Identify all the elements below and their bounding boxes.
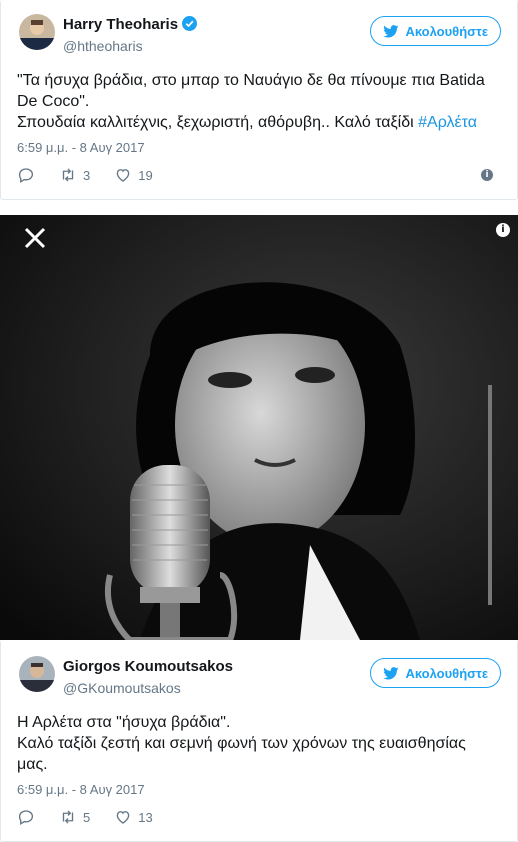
like-heart-icon	[116, 811, 130, 824]
retweet-icon	[62, 810, 74, 824]
photo-info-icon[interactable]: i	[496, 223, 510, 237]
follow-button[interactable]: Ακολουθήστε	[370, 16, 501, 46]
author-handle[interactable]: @htheoharis	[63, 38, 143, 54]
follow-label: Ακολουθήστε	[405, 665, 488, 681]
tweet-text-line2: Σπουδαία καλλιτέχνις, ξεχωριστή, αθόρυβη…	[17, 114, 419, 131]
tweet-photo[interactable]: i	[0, 215, 518, 640]
twitter-bird-icon	[383, 24, 399, 37]
author-name[interactable]: Harry Theoharis	[63, 16, 198, 33]
reply-icon	[18, 168, 34, 183]
timestamp[interactable]: 6:59 μ.μ. - 8 Αυγ 2017	[17, 782, 145, 797]
follow-label: Ακολουθήστε	[405, 23, 488, 39]
reply-button[interactable]	[17, 166, 35, 184]
tweet-text-line1: Η Αρλέτα στα "ήσυχα βράδια".	[17, 714, 231, 731]
author-handle[interactable]: @GKoumoutsakos	[63, 680, 181, 696]
timestamp[interactable]: 6:59 μ.μ. - 8 Αυγ 2017	[17, 140, 145, 155]
verified-badge-icon	[182, 16, 198, 31]
reply-icon	[18, 810, 34, 825]
like-count: 19	[138, 167, 153, 183]
like-count: 13	[138, 809, 153, 825]
tweet-actions: 5 13	[17, 808, 177, 826]
tweet-card-2: Giorgos Koumoutsakos @GKoumoutsakos Ακολ…	[0, 640, 518, 842]
like-heart-icon	[116, 169, 130, 182]
retweet-button[interactable]: 3	[59, 166, 90, 184]
avatar[interactable]	[19, 14, 55, 50]
tweet-text-line2: Καλό ταξίδι ζεστή και σεμνή φωνή των χρό…	[17, 735, 466, 773]
twitter-bird-icon	[383, 666, 399, 679]
author-name[interactable]: Giorgos Koumoutsakos	[63, 658, 233, 675]
avatar[interactable]	[19, 656, 55, 692]
like-button[interactable]: 13	[114, 808, 153, 826]
tweet-text-line1: "Τα ήσυχα βράδια, στο μπαρ το Ναυάγιο δε…	[17, 72, 485, 110]
hashtag-link[interactable]: #Αρλέτα	[418, 114, 477, 131]
tweet-actions: 3 19	[17, 166, 177, 184]
tweet-text: Η Αρλέτα στα "ήσυχα βράδια". Καλό ταξίδι…	[17, 712, 497, 775]
retweet-count: 3	[83, 167, 91, 183]
tweet-text: "Τα ήσυχα βράδια, στο μπαρ το Ναυάγιο δε…	[17, 70, 497, 133]
reply-button[interactable]	[17, 808, 35, 826]
like-button[interactable]: 19	[114, 166, 153, 184]
info-icon[interactable]: i	[481, 169, 493, 181]
close-icon[interactable]	[20, 223, 50, 253]
retweet-count: 5	[83, 809, 91, 825]
tweet-card-1: Harry Theoharis @htheoharis Ακολουθήστε …	[0, 0, 518, 200]
photo-image	[0, 215, 518, 640]
follow-button[interactable]: Ακολουθήστε	[370, 658, 501, 688]
retweet-button[interactable]: 5	[59, 808, 90, 826]
retweet-icon	[62, 168, 74, 182]
